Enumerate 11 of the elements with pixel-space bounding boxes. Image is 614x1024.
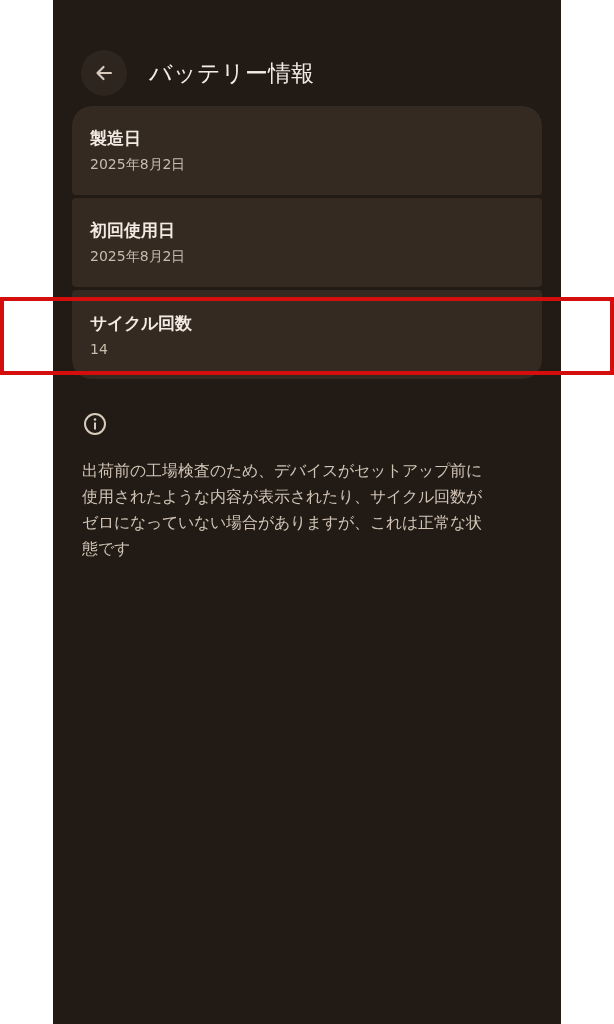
card-label: 製造日 [90,127,141,150]
back-button[interactable] [81,50,127,96]
page-title: バッテリー情報 [149,58,314,88]
card-label: 初回使用日 [90,219,175,242]
note-text: 出荷前の工場検査のため、デバイスがセットアップ前に使用されたような内容が表示されたり、サイクル回数がゼロになっていない場合がありますが、これは正常な状態です [82,460,483,560]
card-value: 2025年8月2日 [90,248,186,266]
card-label: サイクル回数 [90,312,192,335]
info-icon [83,412,107,436]
back-arrow-icon [94,63,114,83]
card-value: 2025年8月2日 [90,156,186,174]
card-value: 14 [90,341,108,357]
